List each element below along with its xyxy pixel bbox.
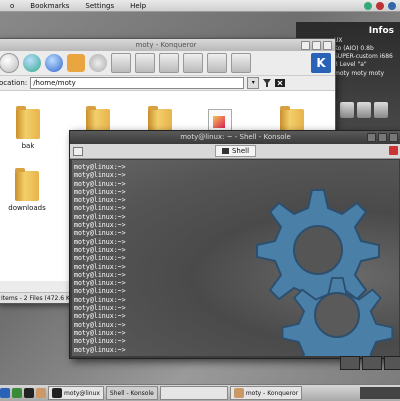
konqueror-title: moty - Konqueror [135, 41, 197, 49]
konsole-titlebar[interactable]: moty@linux: ~ - Shell - Konsole [70, 131, 400, 144]
task-label: moty@linux [64, 389, 100, 397]
close-icon[interactable] [389, 133, 398, 142]
tray-red-icon[interactable] [376, 1, 384, 10]
kmenu-icon[interactable] [0, 388, 10, 398]
terminal-output: moty@linux:~> moty@linux:~> moty@linux:~… [74, 163, 126, 354]
task-item[interactable]: moty@linux [48, 386, 104, 400]
location-label: ocation: [0, 79, 28, 87]
forward-icon[interactable] [45, 54, 63, 72]
folder-icon [16, 106, 40, 139]
launcher-icon[interactable] [12, 388, 22, 398]
bookmarks-icon[interactable] [231, 53, 251, 73]
file-item[interactable]: bak [3, 106, 53, 150]
infos-title: Infos [368, 26, 394, 36]
tray-green-icon[interactable] [364, 1, 372, 10]
desktop-icon[interactable] [340, 102, 354, 118]
status-text: Items - 2 Files (472.6 K [1, 295, 70, 302]
pager-desktop[interactable] [362, 356, 382, 370]
menu-settings[interactable]: Settings [75, 2, 120, 10]
task-label: Shell - Konsole [109, 389, 154, 397]
desktop-icon[interactable] [357, 102, 371, 118]
file-label: bak [21, 142, 35, 150]
zoom-in-icon[interactable] [135, 53, 155, 73]
terminal-launcher-icon[interactable] [24, 388, 34, 398]
minimize-icon[interactable] [367, 133, 376, 142]
konsole-tabbar: Shell [70, 144, 400, 159]
location-value: /home/moty [33, 79, 76, 87]
stop-icon[interactable] [89, 54, 107, 72]
back-icon[interactable] [0, 53, 19, 73]
tab-label: Shell [231, 147, 250, 155]
system-tray [364, 1, 400, 10]
desktop-mini-icons [340, 102, 388, 118]
menubar: o Bookmarks Settings Help [0, 0, 400, 12]
konsole-title: moty@linux: ~ - Shell - Konsole [180, 133, 291, 141]
desktop-icon[interactable] [374, 102, 388, 118]
menu-item-1[interactable]: o [0, 2, 20, 10]
location-bar: ocation: /home/moty ▾ [0, 76, 335, 91]
tray-blue-icon[interactable] [388, 1, 396, 10]
location-input[interactable]: /home/moty [30, 77, 245, 89]
kde-logo-icon: K [311, 53, 331, 73]
print-icon[interactable] [111, 53, 131, 73]
filter-icon[interactable] [262, 78, 272, 88]
menu-help[interactable]: Help [120, 2, 152, 10]
konqueror-toolbar: K [0, 51, 335, 76]
window-buttons [301, 41, 332, 50]
task-item[interactable] [159, 386, 228, 400]
terminal-area[interactable]: moty@linux:~> moty@linux:~> moty@linux:~… [72, 160, 399, 356]
taskbar: moty@linux Shell - Konsole moty - Konque… [0, 384, 400, 401]
close-icon[interactable] [323, 41, 332, 50]
maximize-icon[interactable] [312, 41, 321, 50]
desktop-pager [340, 356, 400, 370]
files-launcher-icon[interactable] [36, 388, 46, 398]
menu-bookmarks[interactable]: Bookmarks [20, 2, 75, 10]
folder-icon [15, 168, 39, 201]
minimize-icon[interactable] [301, 41, 310, 50]
window-buttons [367, 133, 398, 142]
file-label: downloads [8, 204, 46, 212]
clock[interactable] [360, 387, 400, 399]
pager-desktop[interactable] [384, 356, 400, 370]
home-icon[interactable] [67, 54, 85, 72]
konqueror-icon [233, 388, 244, 398]
zoom-out-icon[interactable] [159, 53, 179, 73]
location-dropdown-icon[interactable]: ▾ [247, 77, 260, 89]
file-item[interactable]: downloads [0, 168, 57, 212]
task-item[interactable]: Shell - Konsole [105, 386, 158, 400]
terminal-icon [52, 388, 62, 398]
task-label: moty - Konqueror [245, 389, 299, 397]
task-item[interactable]: moty - Konqueror [229, 386, 303, 400]
clear-location-icon[interactable] [275, 78, 286, 88]
view-details-icon[interactable] [207, 53, 227, 73]
konqueror-titlebar[interactable]: moty - Konqueror [0, 39, 335, 51]
pager-desktop[interactable] [340, 356, 360, 370]
new-tab-icon[interactable] [73, 147, 83, 156]
maximize-icon[interactable] [378, 133, 387, 142]
up-icon[interactable] [23, 54, 41, 72]
view-mode-icon[interactable] [183, 53, 203, 73]
konsole-window: moty@linux: ~ - Shell - Konsole Shell mo… [69, 130, 400, 359]
tab-shell[interactable]: Shell [214, 145, 257, 157]
close-tab-icon[interactable] [389, 146, 398, 155]
terminal-icon [221, 148, 229, 154]
